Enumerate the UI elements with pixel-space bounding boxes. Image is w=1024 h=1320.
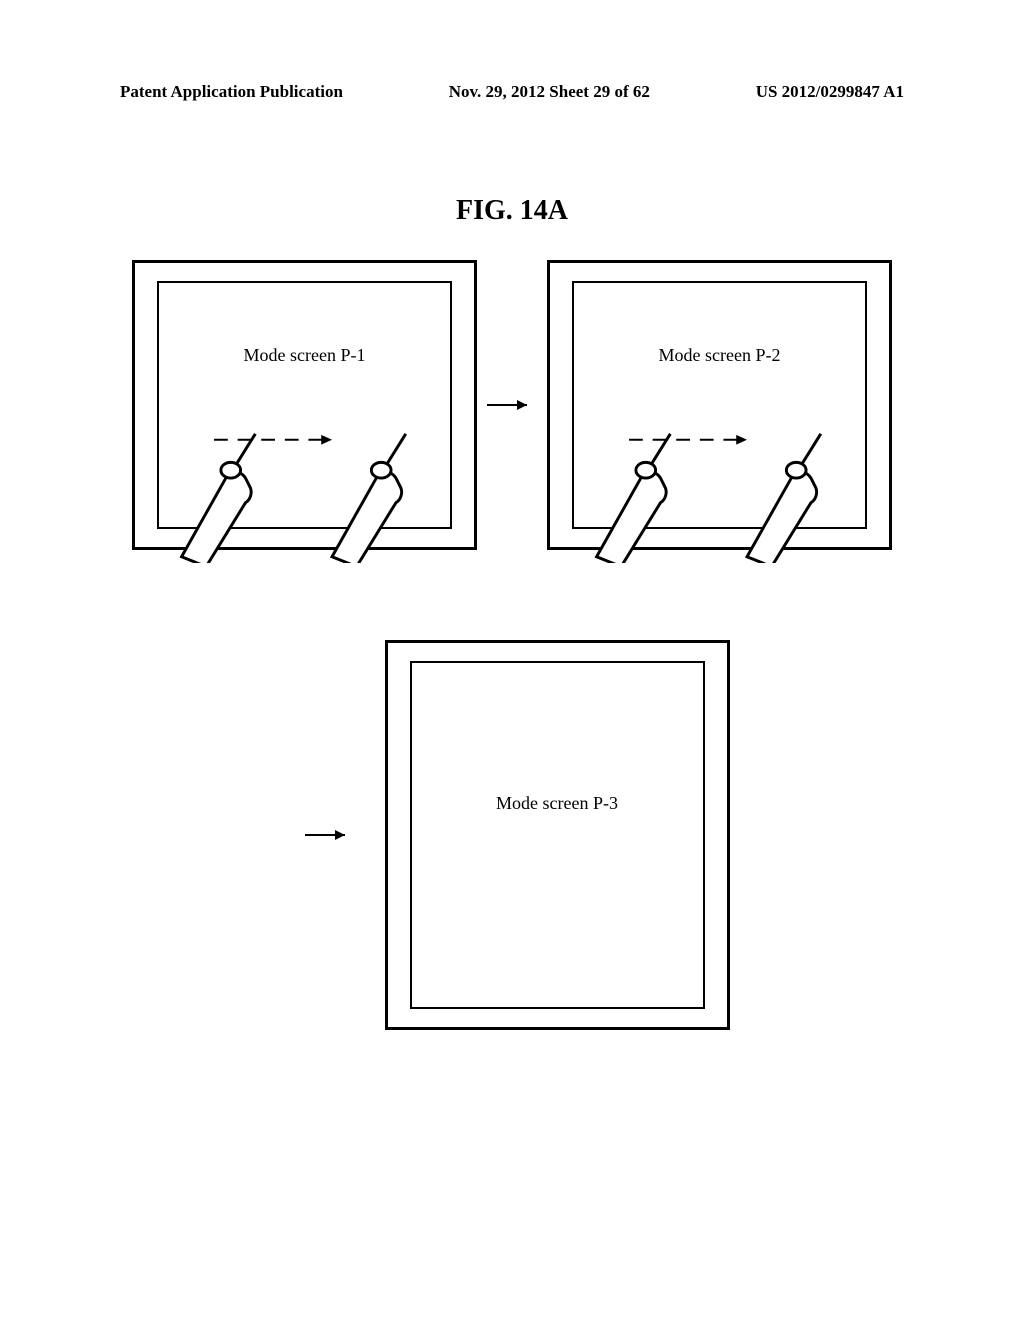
screen-label-p2: Mode screen P-2 xyxy=(659,345,781,366)
transition-arrow-1 xyxy=(477,395,547,415)
screen-p3: Mode screen P-3 xyxy=(410,661,705,1009)
header-center: Nov. 29, 2012 Sheet 29 of 62 xyxy=(449,82,650,102)
screen-p1: Mode screen P-1 xyxy=(157,281,452,529)
screen-label-p3: Mode screen P-3 xyxy=(496,793,618,814)
figure-row-2: Mode screen P-3 xyxy=(0,640,1024,1030)
header-left: Patent Application Publication xyxy=(120,82,343,102)
transition-arrow-2 xyxy=(295,825,365,845)
device-panel-p2: Mode screen P-2 xyxy=(547,260,892,550)
screen-p2: Mode screen P-2 xyxy=(572,281,867,529)
header-right: US 2012/0299847 A1 xyxy=(756,82,904,102)
figure-row-1: Mode screen P-1 xyxy=(0,260,1024,550)
page-header: Patent Application Publication Nov. 29, … xyxy=(0,82,1024,102)
screen-label-p1: Mode screen P-1 xyxy=(244,345,366,366)
figure-title: FIG. 14A xyxy=(456,195,568,227)
device-panel-p3: Mode screen P-3 xyxy=(385,640,730,1030)
device-panel-p1: Mode screen P-1 xyxy=(132,260,477,550)
